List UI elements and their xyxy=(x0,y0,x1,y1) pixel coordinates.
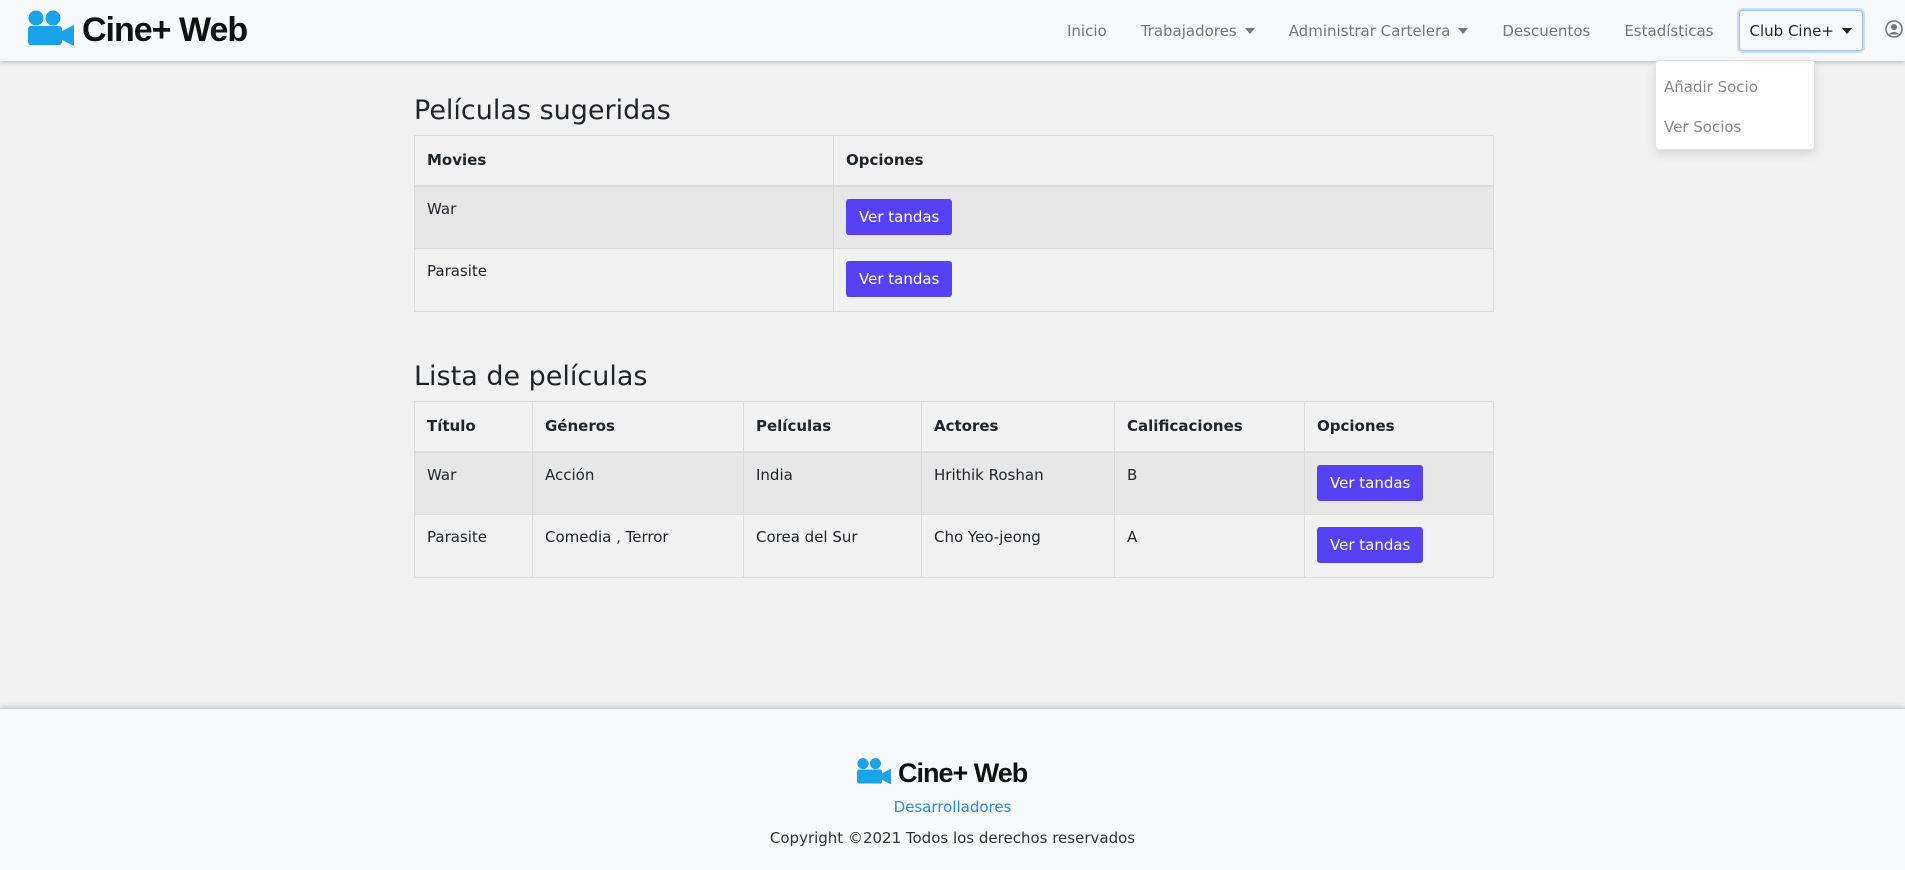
footer: Cine+ Web Desarrolladores Copyright ©202… xyxy=(0,708,1905,870)
options-cell: Ver tandas xyxy=(833,185,1494,249)
ver-tandas-button[interactable]: Ver tandas xyxy=(846,261,953,297)
caret-down-icon xyxy=(1841,27,1852,34)
movie-list-table: Título Géneros Películas Actores Calific… xyxy=(414,401,1494,578)
navbar: Cine+ Web Inicio Trabajadores Administra… xyxy=(0,0,1905,61)
ver-tandas-button[interactable]: Ver tandas xyxy=(1317,527,1424,563)
table-row: War Ver tandas xyxy=(414,185,1494,249)
nav-estadisticas[interactable]: Estadísticas xyxy=(1607,11,1730,51)
brand-logo[interactable]: Cine+ Web xyxy=(26,9,248,51)
footer-brand-name: Cine+ Web xyxy=(898,757,1028,788)
caret-down-icon xyxy=(1458,27,1469,34)
column-header: Opciones xyxy=(833,135,1494,187)
table-row: War Acción India Hrithik Roshan B Ver ta… xyxy=(414,451,1494,515)
ver-tandas-button[interactable]: Ver tandas xyxy=(1317,464,1424,501)
nav-cartelera-label: Administrar Cartelera xyxy=(1288,21,1451,40)
country-cell: Corea del Sur xyxy=(743,514,922,578)
nav-inicio-label: Inicio xyxy=(1067,21,1107,40)
options-cell: Ver tandas xyxy=(833,248,1494,312)
nav-menu: Inicio Trabajadores Administrar Carteler… xyxy=(1050,0,1905,61)
table-header-row: Título Géneros Películas Actores Calific… xyxy=(414,401,1494,453)
genres-cell: Comedia , Terror xyxy=(532,514,744,578)
camera-icon xyxy=(26,9,76,51)
table-header-row: Movies Opciones xyxy=(414,135,1494,187)
column-header: Opciones xyxy=(1304,401,1494,453)
brand-name: Cine+ Web xyxy=(82,10,248,49)
movie-list-title: Lista de películas xyxy=(414,361,648,392)
user-circle-icon xyxy=(1885,19,1903,42)
nav-club-cine[interactable]: Club Cine+ xyxy=(1738,10,1863,51)
camera-icon xyxy=(855,757,893,789)
column-header: Calificaciones xyxy=(1114,401,1305,453)
actors-cell: Cho Yeo-jeong xyxy=(921,514,1115,578)
nav-trabajadores-label: Trabajadores xyxy=(1140,21,1237,40)
genres-cell: Acción xyxy=(532,451,744,515)
nav-inicio[interactable]: Inicio xyxy=(1050,11,1124,51)
options-cell: Ver tandas xyxy=(1304,514,1494,578)
dropdown-item-ver-socios[interactable]: Ver Socios xyxy=(1656,107,1814,147)
column-header: Películas xyxy=(743,401,922,453)
column-header: Movies xyxy=(414,135,834,187)
column-header: Géneros xyxy=(532,401,744,453)
nav-trabajadores[interactable]: Trabajadores xyxy=(1124,11,1272,51)
title-cell: Parasite xyxy=(414,514,533,578)
options-cell: Ver tandas xyxy=(1304,451,1494,515)
movie-cell: Parasite xyxy=(414,248,834,312)
column-header: Actores xyxy=(921,401,1115,453)
rating-cell: B xyxy=(1114,451,1305,515)
footer-brand-logo: Cine+ Web xyxy=(855,757,1028,789)
caret-down-icon xyxy=(1244,27,1255,34)
suggested-table: Movies Opciones War Ver tandas Parasite … xyxy=(414,135,1494,312)
suggested-title: Películas sugeridas xyxy=(414,95,671,126)
copyright-text: Copyright ©2021 Todos los derechos reser… xyxy=(769,829,1136,847)
nav-cartelera[interactable]: Administrar Cartelera xyxy=(1272,11,1486,51)
column-header: Título xyxy=(414,401,533,453)
title-cell: War xyxy=(414,451,533,515)
actors-cell: Hrithik Roshan xyxy=(921,451,1115,515)
country-cell: India xyxy=(743,451,922,515)
table-row: Parasite Comedia , Terror Corea del Sur … xyxy=(414,514,1494,578)
nav-descuentos[interactable]: Descuentos xyxy=(1485,11,1607,51)
developers-link[interactable]: Desarrolladores xyxy=(0,798,1905,816)
dropdown-item-anadir-socio[interactable]: Añadir Socio xyxy=(1656,67,1814,107)
nav-estadisticas-label: Estadísticas xyxy=(1624,21,1714,40)
ver-tandas-button[interactable]: Ver tandas xyxy=(846,198,953,235)
movie-cell: War xyxy=(414,185,834,249)
club-dropdown-menu: Añadir Socio Ver Socios xyxy=(1655,60,1815,150)
rating-cell: A xyxy=(1114,514,1305,578)
nav-descuentos-label: Descuentos xyxy=(1502,21,1591,40)
user-menu-toggle[interactable] xyxy=(1871,11,1905,51)
nav-club-label: Club Cine+ xyxy=(1749,21,1834,40)
table-row: Parasite Ver tandas xyxy=(414,248,1494,312)
